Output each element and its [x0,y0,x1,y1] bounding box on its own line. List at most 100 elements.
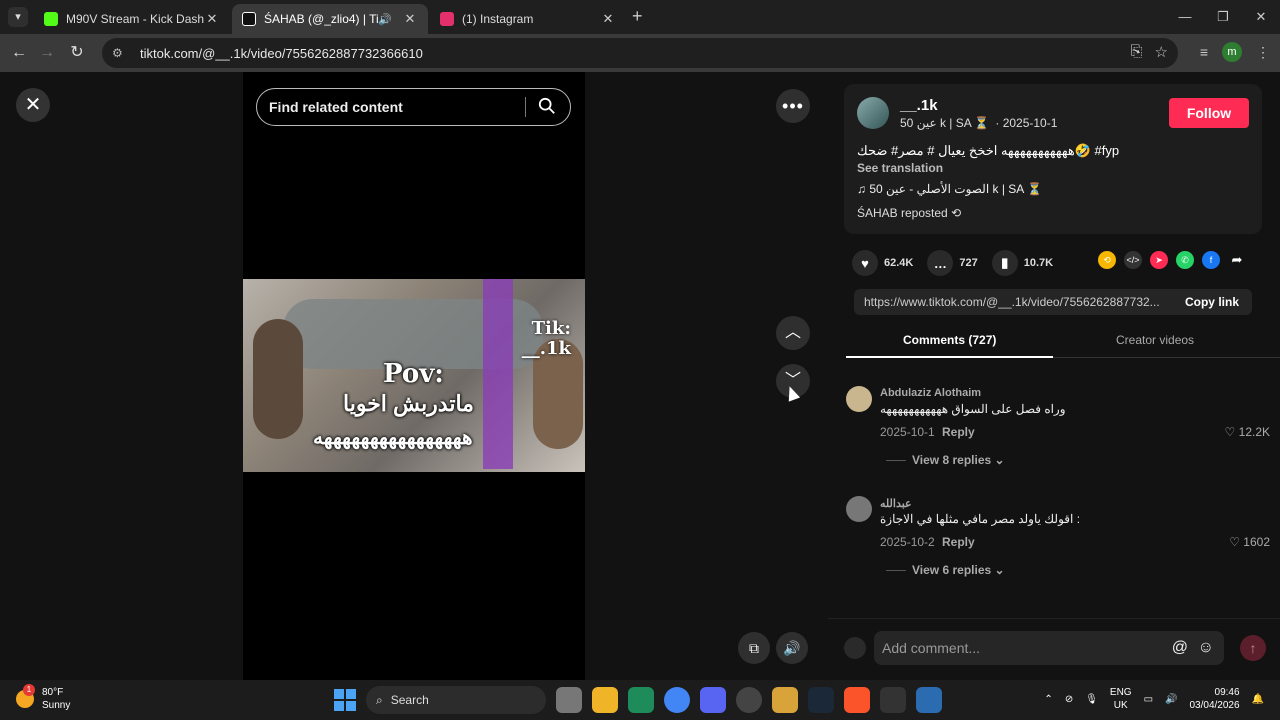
video-player[interactable]: Pov: ماتدربش اخويا ههههههههههههههههه Tik… [243,279,585,472]
minimize-icon[interactable]: — [1166,0,1204,34]
reading-list-icon[interactable]: ≡ [1200,44,1208,60]
author-username[interactable]: __.1k [900,97,938,114]
author-avatar[interactable] [857,97,889,129]
post-info-card: __.1k 50 عين k | SA ⏳ · 2025-10-1 Follow… [844,84,1262,234]
taskbar-search[interactable]: ⌕ Search [366,686,546,714]
repost-share-icon[interactable]: ⟲ [1098,251,1116,269]
picture-in-picture-icon[interactable]: ⧉ [738,632,770,664]
commenter-name[interactable]: Abdulaziz Alothaim [880,387,981,399]
comment-button[interactable]: … 727 [927,250,978,276]
reply-button[interactable]: Reply [942,425,975,439]
maximize-icon[interactable]: ❐ [1204,0,1242,34]
tab-creator-videos[interactable]: Creator videos [1116,333,1194,347]
search-icon[interactable] [538,97,556,115]
chrome-icon[interactable] [664,687,690,713]
app-icon[interactable] [880,687,906,713]
video-link-text[interactable]: https://www.tiktok.com/@__.1k/video/7556… [864,295,1172,309]
start-menu-icon[interactable] [334,689,356,711]
network-icon[interactable]: ⊘ [1065,694,1073,705]
see-translation-link[interactable]: See translation [857,161,943,175]
steam-icon[interactable] [808,687,834,713]
commenter-avatar[interactable] [846,496,872,522]
site-info-icon[interactable]: ⚙ [112,46,130,60]
comment-like-count: 1602 [1243,535,1270,549]
language-indicator[interactable]: ENG UK [1110,686,1132,712]
obs-icon[interactable] [736,687,762,713]
action-bar: ♥ 62.4K … 727 ▮ 10.7K [852,250,1067,276]
close-tab-icon[interactable]: ✕ [204,11,220,27]
add-comment-input[interactable]: Add comment... @ ☺ [874,631,1224,665]
profile-avatar[interactable]: m [1222,42,1242,62]
tiktok-video-page: ✕ Find related content Pov: ماتدربش اخوي… [0,72,1280,680]
comment-date: 2025-10-2 [880,535,935,549]
bookmark-icon: ▮ [991,250,1018,276]
taskbar-apps: ⌕ Search [334,686,942,714]
url-field[interactable]: ⚙ tiktok.com/@__.1k/video/75562628877323… [102,38,1178,68]
video-scene-person [253,319,303,439]
weather-widget[interactable]: 1 80°F Sunny [16,684,70,712]
comment-text: وراه فصل على السواق هههههههههههه [880,402,1066,416]
find-related-search[interactable]: Find related content [256,88,571,126]
repost-icon: ⟲ [951,206,962,220]
tab-tiktok[interactable]: ŚAHAB (@_zlio4) | TikTok 🔊 ✕ [232,4,428,34]
bookmark-star-icon[interactable]: ☆ [1155,43,1168,61]
speaker-icon[interactable]: 🔊 [1165,694,1177,705]
whatsapp-icon[interactable]: ✆ [1176,251,1194,269]
follow-button[interactable]: Follow [1169,98,1249,128]
volume-icon[interactable]: 🔊 [776,632,808,664]
app-icon[interactable] [628,687,654,713]
share-arrow-icon[interactable]: ➦ [1228,251,1246,269]
facebook-icon[interactable]: f [1202,251,1220,269]
embed-icon[interactable]: </> [1124,251,1142,269]
sound-link[interactable]: ♫ 50 الصوت الأصلي - عين k | SA ⏳ [857,182,1042,196]
mention-icon[interactable]: @ [1172,631,1188,665]
tab-instagram[interactable]: (1) Instagram ✕ [430,4,626,34]
back-icon[interactable]: ← [8,42,30,64]
author-nickname: 50 عين k | SA ⏳ [900,116,990,130]
forward-icon[interactable]: → [36,42,58,64]
tab-search-button[interactable]: ▾ [8,7,28,27]
notification-icon[interactable]: 🔔 [1252,694,1264,705]
view-replies-button[interactable]: View 6 replies ⌄ [886,563,1005,577]
send-to-friend-icon[interactable]: ➤ [1150,251,1168,269]
reload-icon[interactable]: ↻ [66,42,88,64]
video-scene-curtain [483,279,513,469]
vpn-icon[interactable] [916,687,942,713]
tray-overflow-icon[interactable]: ⌃ [1044,694,1052,705]
close-tab-icon[interactable]: ✕ [600,11,616,27]
close-tab-icon[interactable]: ✕ [402,11,418,27]
comment-like[interactable]: ♡ 1602 [1229,535,1270,549]
copy-link-row: https://www.tiktok.com/@__.1k/video/7556… [854,289,1252,315]
menu-kebab-icon[interactable]: ⋮ [1256,44,1270,61]
file-explorer-icon[interactable] [592,687,618,713]
install-app-icon[interactable]: ⎘ [1131,43,1143,61]
tab-comments[interactable]: Comments (727) [903,333,996,347]
more-options-icon[interactable]: ••• [776,89,810,123]
like-button[interactable]: ♥ 62.4K [852,250,913,276]
copy-link-button[interactable]: Copy link [1172,295,1252,309]
speaker-icon[interactable]: 🔊 [378,13,392,26]
previous-video-icon[interactable]: ︿ [776,316,810,350]
commenter-avatar[interactable] [846,386,872,412]
windows-taskbar: 1 80°F Sunny ⌕ Search ⌃ ⊘ 🎙 ENG UK ▭ 🔊 0… [0,680,1280,720]
commenter-name[interactable]: عبدالله [880,497,912,510]
reply-button[interactable]: Reply [942,535,975,549]
task-view-icon[interactable] [556,687,582,713]
comment-like-count: 12.2K [1238,425,1270,439]
brave-icon[interactable] [844,687,870,713]
clock[interactable]: 09:46 03/04/2026 [1189,686,1239,712]
new-tab-button[interactable]: + [632,6,643,27]
save-button[interactable]: ▮ 10.7K [991,250,1053,276]
close-icon[interactable]: ✕ [16,88,50,122]
window-close-icon[interactable]: ✕ [1242,0,1280,34]
tab-kick[interactable]: M90V Stream - Kick Dashboard ✕ [34,4,230,34]
mic-icon[interactable]: 🎙 [1085,694,1098,705]
view-replies-button[interactable]: View 8 replies ⌄ [886,453,1005,467]
display-icon[interactable]: ▭ [1144,694,1153,705]
video-overlay-text: ماتدربش اخويا [343,391,474,416]
comment-like[interactable]: ♡ 12.2K [1225,425,1270,439]
app-icon[interactable] [772,687,798,713]
discord-icon[interactable] [700,687,726,713]
emoji-icon[interactable]: ☺ [1198,631,1214,665]
send-comment-icon[interactable]: ↑ [1240,635,1266,661]
